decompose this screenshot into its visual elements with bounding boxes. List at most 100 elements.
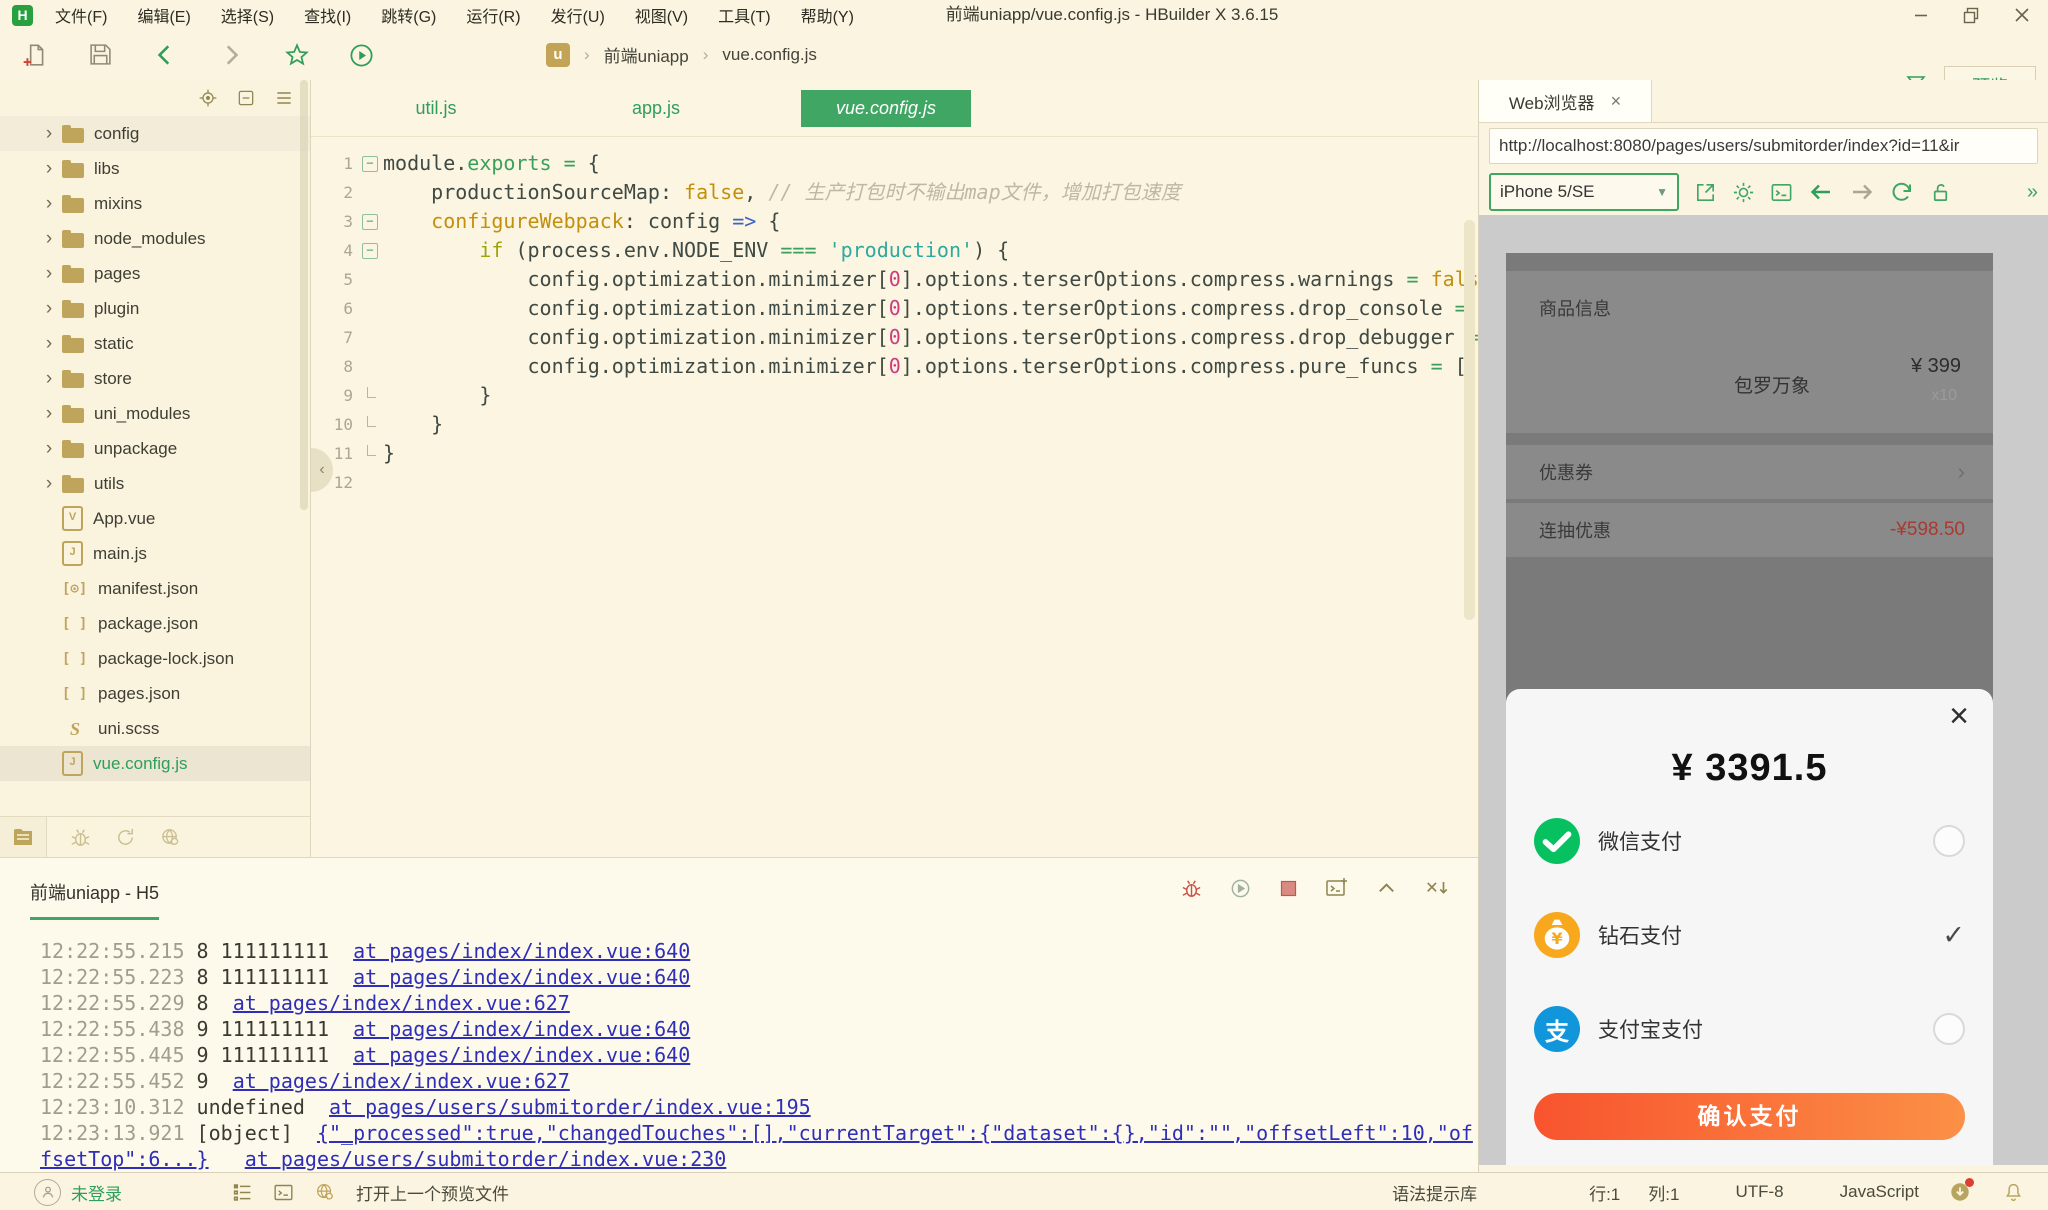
tree-item-package.json[interactable]: [ ]package.json xyxy=(0,606,310,641)
terminal-icon[interactable] xyxy=(273,1182,294,1203)
payment-method-微信支付[interactable]: 微信支付 xyxy=(1534,817,1965,865)
tree-item-App.vue[interactable]: VApp.vue xyxy=(0,501,310,536)
editor-tab-vue.config.js[interactable]: vue.config.js xyxy=(801,90,971,127)
menu-item-文件(F)[interactable]: 文件(F) xyxy=(55,3,107,27)
outline-list-icon[interactable] xyxy=(232,1182,253,1203)
user-avatar-icon[interactable] xyxy=(34,1179,61,1206)
navigate-forward-button[interactable] xyxy=(218,42,244,68)
collapse-panel-icon[interactable] xyxy=(1375,877,1398,900)
tree-item-plugin[interactable]: ›plugin xyxy=(0,291,310,326)
navigate-back-button[interactable] xyxy=(152,42,178,68)
sidebar-scrollbar[interactable] xyxy=(300,80,308,510)
stop-icon[interactable] xyxy=(1278,878,1299,899)
collapse-all-icon[interactable] xyxy=(236,88,256,108)
log-source-link[interactable]: at pages/index/index.vue:640 xyxy=(353,1043,690,1067)
log-source-link[interactable]: at pages/users/submitorder/index.vue:195 xyxy=(329,1095,811,1119)
tree-item-main.js[interactable]: Jmain.js xyxy=(0,536,310,571)
debug-bug-icon[interactable] xyxy=(1180,877,1203,900)
code-lines[interactable]: 1module.exports = {2 productionSourceMap… xyxy=(311,137,1478,497)
unlock-icon[interactable] xyxy=(1929,181,1952,204)
tree-item-pages[interactable]: ›pages xyxy=(0,256,310,291)
settings-gear-icon[interactable] xyxy=(1732,181,1755,204)
debug-bug-icon[interactable] xyxy=(69,826,92,849)
breadcrumb-project[interactable]: 前端uniapp xyxy=(604,42,689,67)
tree-item-mixins[interactable]: ›mixins xyxy=(0,186,310,221)
modal-close-icon[interactable]: × xyxy=(1949,697,1969,736)
new-terminal-icon[interactable] xyxy=(1325,876,1349,900)
browser-tab[interactable]: Web浏览器 × xyxy=(1479,80,1652,122)
device-select[interactable]: iPhone 5/SE ▼ xyxy=(1489,173,1679,211)
tree-item-node_modules[interactable]: ›node_modules xyxy=(0,221,310,256)
log-source-link[interactable]: at pages/users/submitorder/index.vue:230 xyxy=(245,1147,727,1171)
language-mode[interactable]: JavaScript xyxy=(1840,1182,1919,1202)
menu-item-运行(R)[interactable]: 运行(R) xyxy=(466,3,520,27)
confirm-pay-button[interactable]: 确认支付 xyxy=(1534,1093,1965,1140)
minimize-button[interactable] xyxy=(1913,7,1929,23)
breadcrumb[interactable]: u › 前端uniapp › vue.config.js xyxy=(546,42,817,67)
files-panel-tab[interactable] xyxy=(0,817,47,857)
tree-item-pages.json[interactable]: [ ]pages.json xyxy=(0,676,310,711)
menu-item-视图(V)[interactable]: 视图(V) xyxy=(635,3,688,27)
close-button[interactable] xyxy=(2014,7,2030,23)
log-source-link[interactable]: at pages/index/index.vue:627 xyxy=(233,1069,570,1093)
fold-start-icon[interactable] xyxy=(359,149,383,178)
radio-unchecked-icon[interactable] xyxy=(1933,1013,1965,1045)
url-input[interactable]: http://localhost:8080/pages/users/submit… xyxy=(1489,128,2038,164)
globe-cloud-icon[interactable] xyxy=(314,1181,336,1203)
tree-item-unpackage[interactable]: ›unpackage xyxy=(0,431,310,466)
clear-console-icon[interactable] xyxy=(1424,877,1450,900)
log-source-link[interactable]: at pages/index/index.vue:640 xyxy=(353,1017,690,1041)
restart-icon[interactable] xyxy=(1229,877,1252,900)
close-tab-icon[interactable]: × xyxy=(1611,91,1622,112)
log-source-link[interactable]: at pages/index/index.vue:627 xyxy=(233,991,570,1015)
editor-tab-util.js[interactable]: util.js xyxy=(361,90,511,127)
menu-item-帮助(Y)[interactable]: 帮助(Y) xyxy=(801,3,854,27)
login-status[interactable]: 未登录 xyxy=(71,1180,122,1205)
coupon-row[interactable]: 优惠券 › xyxy=(1506,445,1993,499)
tree-item-store[interactable]: ›store xyxy=(0,361,310,396)
refresh-history-icon[interactable] xyxy=(114,826,137,849)
sidebar-menu-icon[interactable] xyxy=(274,88,294,108)
favorite-star-button[interactable] xyxy=(284,42,310,68)
devtools-terminal-icon[interactable] xyxy=(1770,181,1793,204)
breadcrumb-file[interactable]: vue.config.js xyxy=(722,45,817,65)
encoding[interactable]: UTF-8 xyxy=(1735,1182,1783,1202)
browser-forward-icon[interactable] xyxy=(1849,180,1875,204)
tree-item-uni_modules[interactable]: ›uni_modules xyxy=(0,396,310,431)
new-file-button[interactable] xyxy=(22,42,48,68)
menu-item-跳转(G)[interactable]: 跳转(G) xyxy=(381,3,436,27)
payment-method-支付宝支付[interactable]: 支支付宝支付 xyxy=(1534,1005,1965,1053)
console-tab[interactable]: 前端uniapp - H5 xyxy=(30,879,159,920)
tree-item-vue.config.js[interactable]: Jvue.config.js xyxy=(0,746,310,781)
locate-file-icon[interactable] xyxy=(198,88,218,108)
maximize-button[interactable] xyxy=(1963,7,1980,24)
tree-item-package-lock.json[interactable]: [ ]package-lock.json xyxy=(0,641,310,676)
tree-item-config[interactable]: ›config xyxy=(0,116,310,151)
menu-item-编辑(E)[interactable]: 编辑(E) xyxy=(137,3,190,27)
screenshot-icon[interactable] xyxy=(1694,181,1717,204)
menu-item-选择(S)[interactable]: 选择(S) xyxy=(221,3,274,27)
editor-tab-app.js[interactable]: app.js xyxy=(581,90,731,127)
selected-check-icon[interactable]: ✓ xyxy=(1942,920,1965,951)
cursor-line[interactable]: 行:1 xyxy=(1589,1180,1620,1205)
save-button[interactable] xyxy=(88,42,114,68)
fold-start-icon[interactable] xyxy=(359,207,383,236)
menu-item-工具(T)[interactable]: 工具(T) xyxy=(718,3,770,27)
browser-back-icon[interactable] xyxy=(1808,180,1834,204)
web-globe-icon[interactable] xyxy=(159,826,182,849)
refresh-icon[interactable] xyxy=(1890,180,1914,204)
tree-item-static[interactable]: ›static xyxy=(0,326,310,361)
menu-item-发行(U)[interactable]: 发行(U) xyxy=(551,3,605,27)
log-source-link[interactable]: at pages/index/index.vue:640 xyxy=(353,939,690,963)
radio-unchecked-icon[interactable] xyxy=(1933,825,1965,857)
more-controls-icon[interactable]: » xyxy=(2027,181,2038,204)
syntax-library[interactable]: 语法提示库 xyxy=(1392,1180,1477,1205)
editor-scrollbar[interactable] xyxy=(1464,220,1475,620)
open-previous-preview[interactable]: 打开上一个预览文件 xyxy=(356,1180,509,1205)
menu-item-查找(I)[interactable]: 查找(I) xyxy=(304,3,351,27)
tree-item-libs[interactable]: ›libs xyxy=(0,151,310,186)
log-source-link[interactable]: at pages/index/index.vue:640 xyxy=(353,965,690,989)
tree-item-manifest.json[interactable]: [⊙]manifest.json xyxy=(0,571,310,606)
run-button[interactable] xyxy=(348,42,374,68)
cursor-col[interactable]: 列:1 xyxy=(1648,1180,1679,1205)
